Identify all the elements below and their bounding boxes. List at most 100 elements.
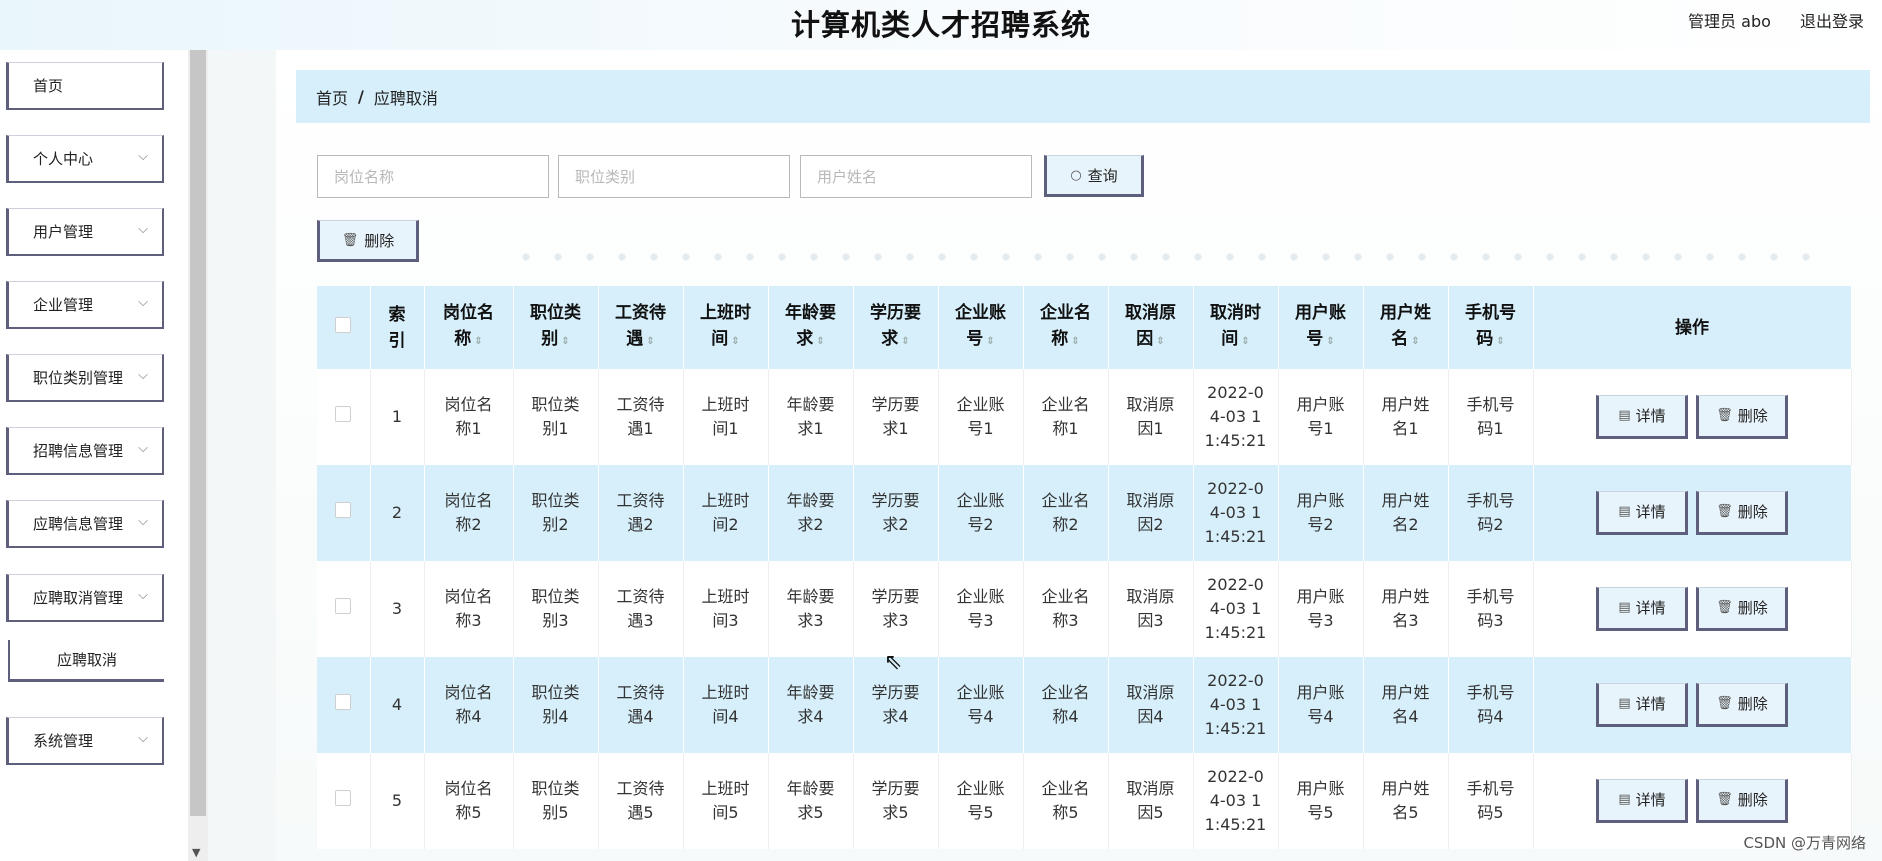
row-detail-button[interactable]: ▤ 详情: [1596, 491, 1688, 535]
cell-text: 号1: [967, 419, 994, 438]
column-header-3[interactable]: 工资待遇 ⇕: [598, 286, 684, 369]
sidebar-subitem-cancel-application[interactable]: 应聘取消: [8, 640, 164, 682]
sidebar-scrollbar[interactable]: ▼: [188, 50, 208, 861]
document-icon: ▤: [1618, 792, 1631, 807]
header-text: 企业名: [1040, 303, 1091, 323]
column-header-6[interactable]: 学历要求 ⇕: [853, 286, 939, 369]
job-category-search-input[interactable]: [558, 155, 790, 198]
trash-icon: 🗑: [1716, 408, 1733, 423]
table-cell: 工资待遇3: [598, 561, 684, 657]
row-checkbox[interactable]: [335, 790, 352, 806]
column-header-4[interactable]: 上班时间 ⇕: [683, 286, 769, 369]
cell-text: 年龄要: [786, 587, 835, 606]
sidebar-item-6[interactable]: 应聘信息管理 ⌵: [6, 500, 164, 548]
sort-icon[interactable]: ⇕: [901, 336, 909, 347]
cell-text: 1:45:21: [1204, 527, 1267, 546]
cell-text: 因3: [1137, 611, 1164, 630]
column-header-11[interactable]: 用户账号 ⇕: [1278, 286, 1364, 369]
row-checkbox[interactable]: [335, 502, 352, 518]
column-header-2[interactable]: 职位类别 ⇕: [513, 286, 599, 369]
row-checkbox[interactable]: [335, 406, 352, 422]
row-delete-label: 删除: [1737, 695, 1768, 713]
sidebar-item-0[interactable]: 首页: [6, 62, 164, 110]
row-checkbox[interactable]: [335, 598, 352, 614]
row-delete-button[interactable]: 🗑 删除: [1696, 683, 1788, 727]
cell-text: 用户账: [1296, 683, 1345, 702]
row-checkbox[interactable]: [335, 694, 352, 710]
query-button[interactable]: ○ 查询: [1044, 155, 1144, 197]
sort-icon[interactable]: ⇕: [1241, 336, 1249, 347]
column-header-5[interactable]: 年龄要求 ⇕: [768, 286, 854, 369]
cell-text: 求5: [797, 803, 824, 822]
cell-text: 用户姓: [1381, 395, 1430, 414]
scroll-down-arrow-icon[interactable]: ▼: [192, 846, 200, 859]
sidebar-item-3[interactable]: 企业管理 ⌵: [6, 281, 164, 329]
table-cell: 上班时 间4: [683, 657, 769, 753]
column-header-0[interactable]: 索引: [370, 286, 425, 369]
cell-text: 手机号: [1466, 587, 1515, 606]
sort-icon[interactable]: ⇕: [986, 336, 994, 347]
breadcrumb-home[interactable]: 首页: [316, 85, 348, 109]
column-header-13[interactable]: 手机号码 ⇕: [1448, 286, 1534, 369]
sort-icon[interactable]: ⇕: [1326, 336, 1334, 347]
job-name-search-input[interactable]: [317, 155, 549, 198]
cell-text: 年龄要: [786, 491, 835, 510]
sort-icon[interactable]: ⇕: [816, 336, 824, 347]
sort-icon[interactable]: ⇕: [561, 336, 569, 347]
cell-text: 求5: [882, 803, 909, 822]
sidebar-item-7[interactable]: 应聘取消管理 ⌵: [6, 574, 164, 622]
header-text: 取消原: [1125, 303, 1176, 323]
sort-icon[interactable]: ⇕: [1156, 336, 1164, 347]
cell-text: 工资待: [616, 779, 665, 798]
select-all-checkbox[interactable]: [335, 316, 352, 333]
sidebar-item-2[interactable]: 用户管理 ⌵: [6, 208, 164, 256]
table-cell: 企业账 号1: [938, 369, 1024, 465]
sort-icon[interactable]: ⇕: [1496, 336, 1504, 347]
sidebar-item-5[interactable]: 招聘信息管理 ⌵: [6, 427, 164, 475]
column-header-10[interactable]: 取消时间 ⇕: [1193, 286, 1279, 369]
column-header-7[interactable]: 企业账号 ⇕: [938, 286, 1024, 369]
column-header-12[interactable]: 用户姓名 ⇕: [1363, 286, 1449, 369]
table-cell: 学历要 求5: [853, 753, 939, 849]
top-header: 计算机类人才招聘系统 管理员 abo 退出登录: [0, 0, 1882, 50]
sort-icon[interactable]: ⇕: [1411, 336, 1419, 347]
column-header-1[interactable]: 岗位名称 ⇕: [424, 286, 514, 369]
cell-text: 码1: [1477, 419, 1504, 438]
row-detail-button[interactable]: ▤ 详情: [1596, 779, 1688, 823]
header-text: 称: [1051, 329, 1069, 349]
column-header-8[interactable]: 企业名称 ⇕: [1023, 286, 1109, 369]
cell-text: 上班时: [701, 491, 750, 510]
sidebar-item-8[interactable]: 系统管理 ⌵: [6, 717, 164, 765]
sort-icon[interactable]: ⇕: [474, 336, 482, 347]
cell-text: 间2: [712, 515, 739, 534]
row-delete-label: 删除: [1737, 599, 1768, 617]
user-name-search-input[interactable]: [800, 155, 1032, 198]
row-delete-button[interactable]: 🗑 删除: [1696, 587, 1788, 631]
row-detail-button[interactable]: ▤ 详情: [1596, 587, 1688, 631]
chevron-down-icon: ⌵: [138, 149, 148, 164]
sort-icon[interactable]: ⇕: [731, 336, 739, 347]
sort-icon[interactable]: ⇕: [646, 336, 654, 347]
cell-text: 企业名: [1041, 683, 1090, 702]
batch-delete-button[interactable]: 🗑 删除: [317, 220, 419, 262]
sidebar-item-1[interactable]: 个人中心 ⌵: [6, 135, 164, 183]
row-detail-button[interactable]: ▤ 详情: [1596, 395, 1688, 439]
cell-text: 用户姓: [1381, 683, 1430, 702]
cell-text: 工资待: [616, 587, 665, 606]
row-delete-button[interactable]: 🗑 删除: [1696, 395, 1788, 439]
column-header-9[interactable]: 取消原因 ⇕: [1108, 286, 1194, 369]
cell-text: 遇3: [627, 611, 654, 630]
sort-icon[interactable]: ⇕: [1071, 336, 1079, 347]
table-cell: 手机号 码5: [1448, 753, 1534, 849]
row-delete-button[interactable]: 🗑 删除: [1696, 779, 1788, 823]
logout-link[interactable]: 退出登录: [1800, 12, 1864, 31]
row-actions: ▤ 详情 🗑 删除: [1533, 369, 1852, 465]
row-detail-button[interactable]: ▤ 详情: [1596, 683, 1688, 727]
sidebar-item-4[interactable]: 职位类别管理 ⌵: [6, 354, 164, 402]
table-cell: 2022-0 4-03 1 1:45:21: [1193, 753, 1279, 849]
table-cell: 学历要 求1: [853, 369, 939, 465]
scrollbar-thumb[interactable]: [190, 50, 206, 816]
row-delete-button[interactable]: 🗑 删除: [1696, 491, 1788, 535]
table-cell: 用户姓 名1: [1363, 369, 1449, 465]
table-header-row: 索引岗位名称 ⇕ 职位类别 ⇕ 工资待遇 ⇕ 上班时间 ⇕ 年龄要求 ⇕ 学历要求 ⇕ 企业账号 ⇕ 企业名…: [317, 286, 1852, 369]
